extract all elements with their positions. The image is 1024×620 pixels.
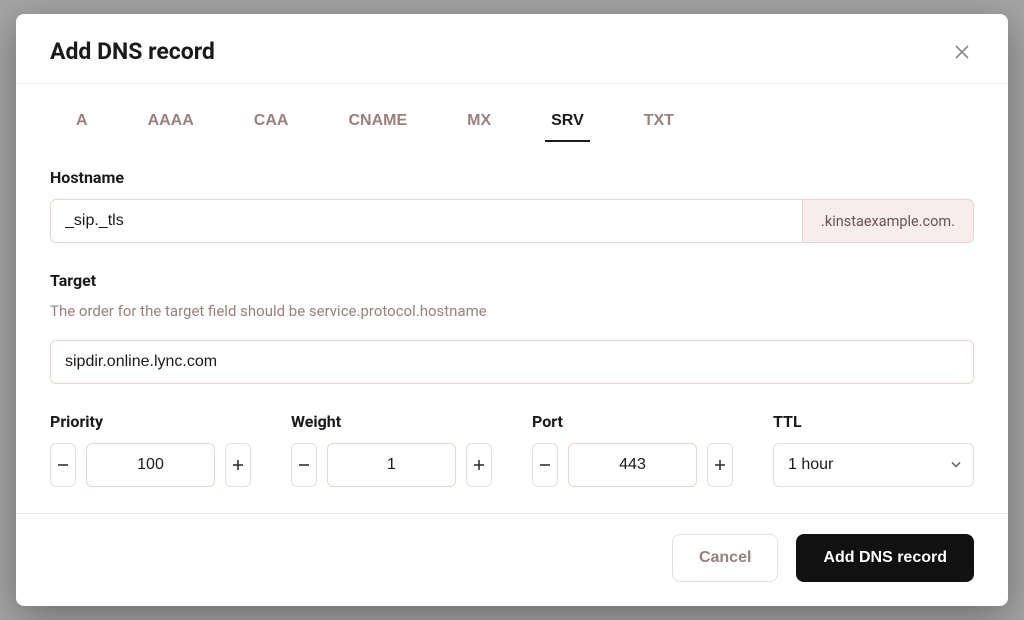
priority-increment-button[interactable] [225,443,251,487]
port-input[interactable] [568,443,698,487]
priority-label: Priority [50,412,251,431]
weight-increment-button[interactable] [466,443,492,487]
port-decrement-button[interactable] [532,443,558,487]
priority-stepper [50,443,251,487]
tab-srv[interactable]: SRV [549,104,586,142]
weight-input[interactable] [327,443,457,487]
port-stepper [532,443,733,487]
numeric-fields-row: Priority Weight [50,412,974,487]
close-icon [954,44,970,60]
target-help-text: The order for the target field should be… [50,302,974,320]
weight-decrement-button[interactable] [291,443,317,487]
port-field: Port [532,412,733,487]
hostname-field: .kinstaexample.com. [50,199,974,243]
weight-stepper [291,443,492,487]
tab-mx[interactable]: MX [465,104,493,142]
plus-icon [472,458,486,472]
weight-field: Weight [291,412,492,487]
header-divider [16,83,1008,84]
tab-a[interactable]: A [74,104,90,142]
target-label: Target [50,271,974,290]
close-button[interactable] [950,40,974,64]
hostname-label: Hostname [50,168,974,187]
port-increment-button[interactable] [707,443,733,487]
modal-footer: Cancel Add DNS record [16,513,1008,606]
modal-header: Add DNS record [16,14,1008,83]
modal-title: Add DNS record [50,38,215,65]
modal-backdrop: Add DNS record A AAAA CAA CNAME MX SRV T… [0,0,1024,620]
priority-field: Priority [50,412,251,487]
minus-icon [56,458,70,472]
target-input[interactable] [50,340,974,384]
record-type-tabs: A AAAA CAA CNAME MX SRV TXT [16,104,1008,142]
tab-caa[interactable]: CAA [252,104,291,142]
port-label: Port [532,412,733,431]
submit-button[interactable]: Add DNS record [796,534,974,582]
ttl-select[interactable]: 1 hour [773,443,974,487]
ttl-field: TTL 1 hour [773,412,974,487]
minus-icon [538,458,552,472]
weight-label: Weight [291,412,492,431]
priority-input[interactable] [86,443,216,487]
ttl-label: TTL [773,412,974,431]
cancel-button[interactable]: Cancel [672,534,778,582]
minus-icon [297,458,311,472]
tab-cname[interactable]: CNAME [346,104,409,142]
tab-txt[interactable]: TXT [642,104,676,142]
plus-icon [231,458,245,472]
tab-aaaa[interactable]: AAAA [146,104,196,142]
modal-body: Hostname .kinstaexample.com. Target The … [16,168,1008,513]
hostname-domain-suffix: .kinstaexample.com. [802,199,974,243]
hostname-input[interactable] [50,199,802,243]
plus-icon [713,458,727,472]
ttl-select-wrap: 1 hour [773,443,974,487]
add-dns-record-modal: Add DNS record A AAAA CAA CNAME MX SRV T… [16,14,1008,606]
priority-decrement-button[interactable] [50,443,76,487]
